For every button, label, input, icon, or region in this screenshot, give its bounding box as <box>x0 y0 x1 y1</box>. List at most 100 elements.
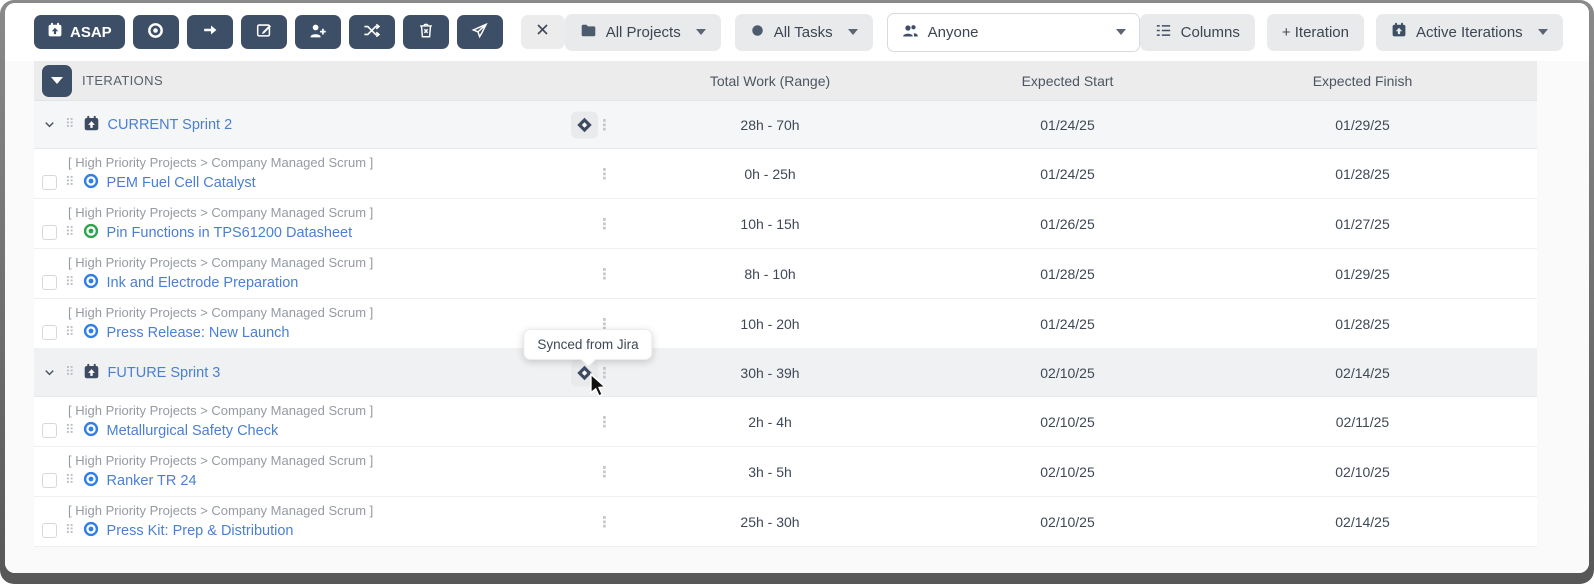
trash-x-icon <box>417 21 435 43</box>
columns-button[interactable]: Columns <box>1140 14 1255 51</box>
task-status-icon[interactable] <box>83 273 99 292</box>
expected-finish-value: 02/11/25 <box>1215 414 1510 430</box>
task-link[interactable]: Ranker TR 24 <box>107 473 197 489</box>
drag-handle-icon[interactable]: ⠿ <box>65 524 75 537</box>
task-status-icon[interactable] <box>83 521 99 540</box>
chevron-down-icon <box>848 29 858 35</box>
total-work-value: 0h - 25h <box>620 166 920 182</box>
task-status-icon[interactable] <box>83 323 99 342</box>
drag-handle-icon[interactable]: ⠿ <box>65 326 75 339</box>
task-checkbox[interactable] <box>42 523 57 538</box>
drag-handle-icon[interactable]: ⠿ <box>65 176 75 189</box>
move-right-button[interactable] <box>187 15 233 49</box>
calendar-up-icon <box>1391 22 1407 42</box>
drag-handle-icon[interactable]: ⠿ <box>65 366 75 379</box>
active-iterations-label: Active Iterations <box>1416 24 1523 41</box>
jira-sync-tooltip: Synced from Jira <box>523 329 652 360</box>
active-iterations-select[interactable]: Active Iterations <box>1376 14 1563 51</box>
collapse-chevron-icon[interactable] <box>42 365 57 380</box>
total-work-header: Total Work (Range) <box>620 73 920 89</box>
total-work-value: 25h - 30h <box>620 514 920 530</box>
task-link[interactable]: Press Kit: Prep & Distribution <box>107 523 294 539</box>
breadcrumb: [ High Priority Projects > Company Manag… <box>68 305 620 320</box>
expected-finish-value: 01/29/25 <box>1215 266 1510 282</box>
clear-selection-button[interactable] <box>521 15 565 49</box>
columns-icon <box>1155 23 1172 42</box>
task-link[interactable]: Metallurgical Safety Check <box>107 423 279 439</box>
jira-sync-icon[interactable] <box>571 111 598 138</box>
task-checkbox[interactable] <box>42 473 57 488</box>
breadcrumb: [ High Priority Projects > Company Manag… <box>68 155 620 170</box>
expected-start-value: 02/10/25 <box>920 464 1215 480</box>
delete-button[interactable] <box>403 15 449 49</box>
task-link[interactable]: Ink and Electrode Preparation <box>107 275 299 291</box>
iteration-calendar-icon <box>83 363 100 383</box>
total-work-value: 30h - 39h <box>620 365 920 381</box>
drag-handle-icon[interactable]: ⠿ <box>65 226 75 239</box>
task-checkbox[interactable] <box>42 423 57 438</box>
mouse-cursor <box>588 373 608 404</box>
tasks-filter[interactable]: All Tasks <box>735 14 873 51</box>
total-work-value: 2h - 4h <box>620 414 920 430</box>
drag-handle-icon[interactable]: ⠿ <box>65 424 75 437</box>
add-iteration-button[interactable]: + Iteration <box>1267 14 1364 51</box>
tasks-filter-label: All Tasks <box>774 24 833 41</box>
row-menu-icon[interactable]: ⋮ <box>595 413 614 431</box>
folder-icon <box>580 22 597 43</box>
paper-plane-icon <box>470 21 489 44</box>
row-menu-icon[interactable]: ⋮ <box>595 513 614 531</box>
send-button[interactable] <box>457 15 503 49</box>
task-status-icon[interactable] <box>83 173 99 192</box>
task-checkbox[interactable] <box>42 175 57 190</box>
expected-start-value: 02/10/25 <box>920 514 1215 530</box>
drag-handle-icon[interactable]: ⠿ <box>65 474 75 487</box>
shuffle-button[interactable] <box>349 15 395 49</box>
row-menu-icon[interactable]: ⋮ <box>595 215 614 233</box>
sprint-row: ⠿ FUTURE Sprint 3 ⋮ 30h - 39h 02/10/25 0… <box>34 349 1537 397</box>
iterations-header-label: ITERATIONS <box>82 73 163 88</box>
assign-user-button[interactable] <box>295 15 341 49</box>
row-menu-icon[interactable]: ⋮ <box>595 463 614 481</box>
collapse-all-button[interactable] <box>42 65 72 97</box>
expected-start-value: 02/10/25 <box>920 414 1215 430</box>
edit-icon <box>255 21 273 43</box>
expected-finish-value: 01/28/25 <box>1215 316 1510 332</box>
task-status-icon[interactable] <box>83 471 99 490</box>
breadcrumb: [ High Priority Projects > Company Manag… <box>68 503 620 518</box>
row-menu-icon[interactable]: ⋮ <box>595 265 614 283</box>
task-checkbox[interactable] <box>42 275 57 290</box>
breadcrumb: [ High Priority Projects > Company Manag… <box>68 453 620 468</box>
total-work-value: 10h - 15h <box>620 216 920 232</box>
iteration-calendar-icon <box>83 115 100 135</box>
target-button[interactable] <box>133 15 179 49</box>
shuffle-icon <box>362 21 381 44</box>
task-status-icon[interactable] <box>83 421 99 440</box>
assignee-select[interactable]: Anyone <box>887 13 1140 52</box>
sprint-row: ⠿ CURRENT Sprint 2 ⋮ 28h - 70h 01/24/25 … <box>34 101 1537 149</box>
total-work-value: 28h - 70h <box>620 117 920 133</box>
row-menu-icon[interactable]: ⋮ <box>595 116 614 134</box>
total-work-value: 3h - 5h <box>620 464 920 480</box>
task-row: [ High Priority Projects > Company Manag… <box>34 447 1537 497</box>
iterations-panel: ITERATIONS Total Work (Range) Expected S… <box>5 61 1589 573</box>
task-checkbox[interactable] <box>42 225 57 240</box>
expected-start-value: 02/10/25 <box>920 365 1215 381</box>
expected-start-value: 01/24/25 <box>920 117 1215 133</box>
expected-start-header: Expected Start <box>920 73 1215 89</box>
user-add-icon <box>308 21 327 44</box>
task-checkbox[interactable] <box>42 325 57 340</box>
drag-handle-icon[interactable]: ⠿ <box>65 118 75 131</box>
task-link[interactable]: Pin Functions in TPS61200 Datasheet <box>107 225 353 241</box>
task-link[interactable]: PEM Fuel Cell Catalyst <box>107 175 256 191</box>
row-menu-icon[interactable]: ⋮ <box>595 165 614 183</box>
sprint-link[interactable]: CURRENT Sprint 2 <box>108 117 233 133</box>
collapse-chevron-icon[interactable] <box>42 117 57 132</box>
edit-button[interactable] <box>241 15 287 49</box>
task-link[interactable]: Press Release: New Launch <box>107 325 290 341</box>
task-status-icon[interactable] <box>83 223 99 242</box>
task-row: [ High Priority Projects > Company Manag… <box>34 497 1537 547</box>
sprint-link[interactable]: FUTURE Sprint 3 <box>108 365 221 381</box>
projects-filter[interactable]: All Projects <box>565 14 721 51</box>
asap-button[interactable]: ASAP <box>34 15 125 49</box>
drag-handle-icon[interactable]: ⠿ <box>65 276 75 289</box>
